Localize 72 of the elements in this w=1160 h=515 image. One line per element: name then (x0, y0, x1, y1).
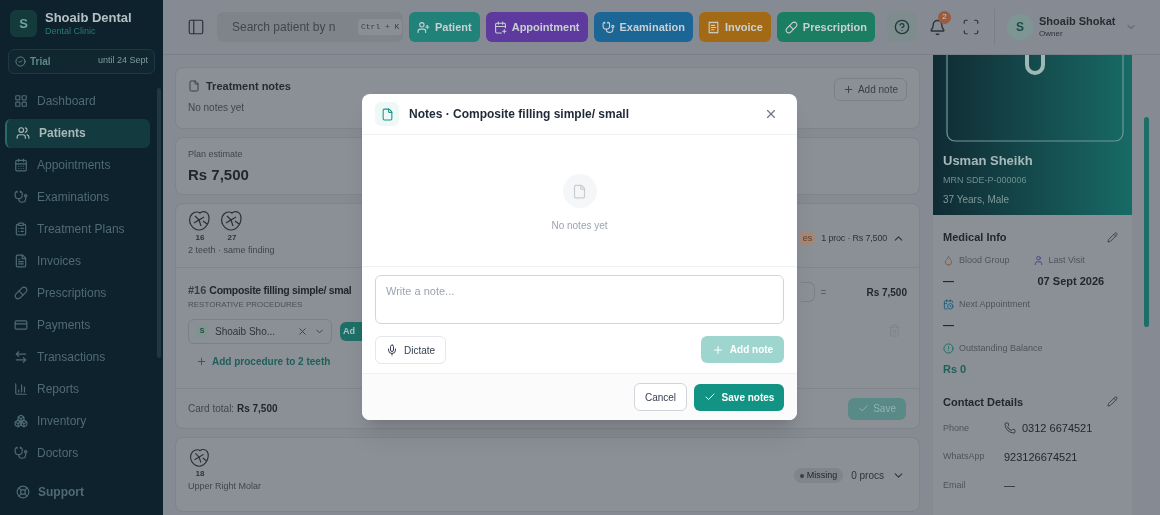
user-avatar: S (1007, 14, 1033, 40)
sidebar-item[interactable]: Patients (5, 118, 150, 148)
tooth-caption: Upper Right Molar (188, 480, 262, 493)
quick-action-button[interactable]: Patient (409, 12, 480, 42)
clinic-name: Shoaib Dental (45, 10, 132, 27)
field-value: — (943, 318, 955, 333)
sidebar-item[interactable]: Treatment Plans (5, 214, 150, 244)
contact-value: 0312 6674521 (1022, 421, 1093, 436)
sidebar-item[interactable]: Inventory (5, 406, 150, 436)
section-title: Contact Details (943, 394, 1024, 410)
section-title: Medical Info (943, 230, 1007, 245)
dictate-button[interactable]: Dictate (375, 336, 447, 364)
add-procedure-link[interactable]: Add procedure to 2 teeth (196, 353, 362, 369)
field-value: — (943, 274, 955, 289)
user-name: Shoaib Shokat (1039, 15, 1116, 29)
add-note-button[interactable]: Add note (833, 78, 907, 101)
contact-value: — (1004, 478, 1015, 493)
note-input[interactable]: Write a note... (375, 275, 784, 324)
section-title: Treatment notes (206, 79, 291, 94)
procedure-count: 0 procs (851, 469, 884, 483)
quick-action-button[interactable]: Prescription (776, 12, 875, 42)
patient-name: Usman Sheikh (943, 152, 1034, 170)
contact-value: 923126674521 (1004, 449, 1078, 465)
finding-caption: 2 teeth · same finding (188, 244, 275, 257)
empty-text: No notes yet (551, 219, 608, 233)
dialog-title: Notes · Composite filling simple/ small (409, 106, 630, 123)
finding-tag: es (798, 230, 817, 247)
sidebar-item[interactable]: Reports (5, 374, 150, 404)
search-input[interactable]: Search patient by n (232, 18, 352, 36)
search-field[interactable]: Search patient by n Ctrl + K (217, 12, 403, 42)
sidebar-item[interactable]: Transactions (5, 342, 150, 372)
field-value: Rs 0 (943, 362, 968, 377)
sidebar-item[interactable]: Examinations (5, 182, 150, 212)
sidebar-item[interactable]: Doctors (5, 438, 150, 468)
sidebar-item[interactable]: Dashboard (5, 86, 150, 116)
support-link[interactable]: Support (16, 483, 158, 501)
quick-action-button[interactable]: Examination (593, 12, 693, 42)
notification-count: 2 (938, 10, 951, 24)
quick-action-button[interactable]: Invoice (698, 12, 771, 42)
clinic-avatar: S (10, 10, 37, 38)
finding-summary: 1 proc · Rs 7,500 (821, 231, 887, 245)
clinic-type: Dental Clinic (45, 26, 97, 38)
tooth-number: 18 (195, 468, 205, 480)
contact-label: WhatsApp (943, 450, 986, 463)
empty-text: No notes yet (188, 100, 246, 115)
add-button[interactable]: Ad (340, 321, 362, 341)
sidebar-item[interactable]: Appointments (5, 150, 150, 180)
trial-expiry: until 24 Sept (97, 54, 148, 68)
procedure-name: Composite filling simple/ smal (209, 283, 352, 298)
tooth-code: #16 (188, 283, 207, 298)
equals-sign: = (820, 285, 827, 300)
sidebar-item[interactable]: Prescriptions (5, 278, 150, 308)
estimate-label: Plan estimate (188, 148, 244, 161)
patient-details: 37 Years, Male (943, 193, 1011, 207)
user-role: Owner (1039, 28, 1064, 39)
patient-mrn: MRN SDE-P-000006 (943, 173, 1028, 187)
sidebar-item[interactable]: Payments (5, 310, 150, 340)
tooth-number: 27 (227, 232, 237, 244)
tooth-number: 16 (195, 232, 205, 244)
doctor-name: Shoaib Sho... (215, 324, 276, 339)
status-badge: Missing (793, 467, 844, 484)
quick-action-button[interactable]: Appointment (485, 12, 588, 42)
sidebar-item[interactable]: Invoices (5, 246, 150, 276)
procedure-price: Rs 7,500 (866, 285, 907, 300)
trial-label: Trial (30, 54, 51, 69)
estimate-amount: Rs 7,500 (188, 164, 250, 185)
user-menu[interactable]: S Shoaib Shokat Owner (1007, 14, 1138, 40)
card-total: Card total: Rs 7,500 (188, 402, 278, 416)
shortcut-key: Ctrl + K (358, 19, 403, 35)
field-value: 07 Sept 2026 (1037, 274, 1106, 289)
cancel-button[interactable]: Cancel (634, 383, 687, 411)
save-notes-button[interactable]: Save notes (694, 383, 784, 411)
